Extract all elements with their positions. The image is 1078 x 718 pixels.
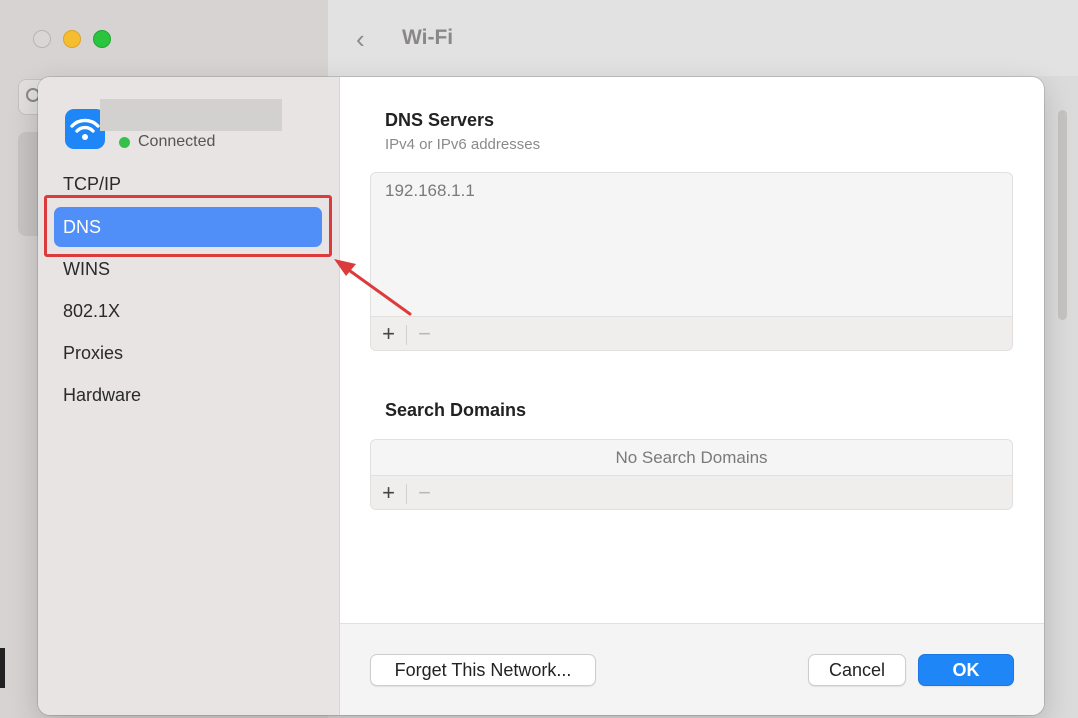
remove-search-domain-button[interactable]: − <box>407 476 442 509</box>
sidebar-item-proxies[interactable]: Proxies <box>54 333 322 373</box>
sidebar-item-hardware[interactable]: Hardware <box>54 375 322 415</box>
dns-servers-title: DNS Servers <box>385 110 495 130</box>
background-edge <box>0 648 5 688</box>
network-status: Connected <box>138 133 216 150</box>
minimize-window-button[interactable] <box>63 30 81 48</box>
dns-servers-list[interactable]: 192.168.1.1 + − <box>370 172 1013 351</box>
network-name-redacted <box>100 99 282 131</box>
maximize-window-button[interactable] <box>93 30 111 48</box>
add-dns-server-button[interactable]: + <box>371 317 406 350</box>
sidebar-item-8021x[interactable]: 802.1X <box>54 291 322 331</box>
scrollbar[interactable] <box>1058 110 1067 320</box>
forget-network-button[interactable]: Forget This Network... <box>370 654 596 686</box>
window-title: Wi-Fi <box>402 26 454 49</box>
dns-list-toolbar: + − <box>371 316 1012 350</box>
dns-servers-subtitle: IPv4 or IPv6 addresses <box>385 136 541 153</box>
search-domains-empty-text: No Search Domains <box>615 448 768 467</box>
add-search-domain-button[interactable]: + <box>371 476 406 509</box>
search-domains-title: Search Domains <box>385 400 527 420</box>
search-domains-list[interactable]: No Search Domains + − <box>370 439 1013 510</box>
remove-dns-server-button[interactable]: − <box>407 317 442 350</box>
dns-pane: DNS Servers IPv4 or IPv6 addresses 192.1… <box>340 77 1044 715</box>
annotation-highlight-box <box>44 195 332 257</box>
close-window-button[interactable] <box>33 30 51 48</box>
wifi-icon <box>65 109 105 149</box>
search-domains-toolbar: + − <box>371 475 1012 509</box>
ok-button[interactable]: OK <box>918 654 1014 686</box>
dialog-sidebar: Connected TCP/IP DNS WINS 802.1X Proxies… <box>38 77 340 715</box>
wifi-details-dialog: Connected TCP/IP DNS WINS 802.1X Proxies… <box>38 77 1044 715</box>
back-chevron-icon[interactable]: ‹ <box>356 24 365 55</box>
connected-status-dot <box>119 137 130 148</box>
cancel-button[interactable]: Cancel <box>808 654 906 686</box>
dialog-footer: Forget This Network... Cancel OK <box>340 623 1044 715</box>
list-item[interactable]: 192.168.1.1 <box>385 181 475 201</box>
